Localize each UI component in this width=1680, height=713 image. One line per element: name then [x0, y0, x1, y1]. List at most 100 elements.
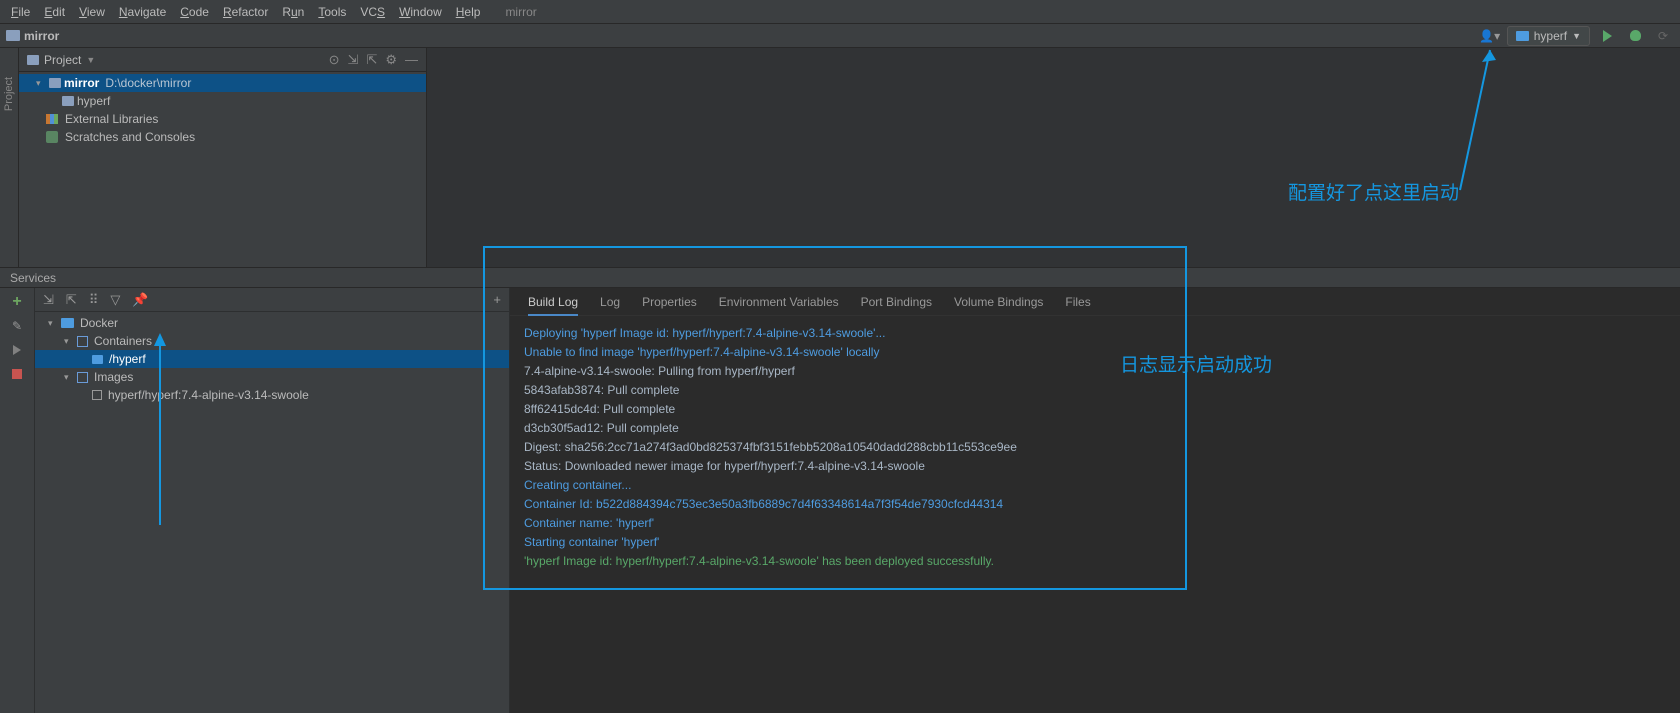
services-tree-docker[interactable]: ▾ Docker — [35, 314, 509, 332]
expand-all-icon[interactable]: ⇲ — [348, 52, 359, 68]
tab-volume-bindings[interactable]: Volume Bindings — [954, 289, 1043, 315]
services-tree-container-hyperf[interactable]: /hyperf — [35, 350, 509, 368]
log-line: Unable to find image 'hyperf/hyperf:7.4-… — [524, 343, 1666, 362]
project-tree[interactable]: ▾ mirror D:\docker\mirror hyperf Externa… — [19, 72, 426, 267]
tree-item-external-libraries[interactable]: External Libraries — [19, 110, 426, 128]
libraries-icon — [46, 114, 58, 124]
tree-item-label: hyperf — [77, 94, 110, 108]
folder-icon — [49, 78, 61, 88]
tab-files[interactable]: Files — [1065, 289, 1090, 315]
log-line: Container Id: b522d884394c753ec3e50a3fb6… — [524, 495, 1666, 514]
chevron-down-icon[interactable]: ▼ — [86, 55, 95, 65]
tree-label: Images — [94, 370, 133, 384]
run-button[interactable] — [1596, 25, 1618, 47]
run-configuration-selector[interactable]: hyperf ▼ — [1507, 26, 1590, 46]
run-config-label: hyperf — [1534, 29, 1567, 43]
log-line: 8ff62415dc4d: Pull complete — [524, 400, 1666, 419]
log-line: 'hyperf Image id: hyperf/hyperf:7.4-alpi… — [524, 552, 1666, 571]
folder-icon — [27, 55, 39, 65]
docker-icon — [1516, 31, 1529, 41]
build-log-output[interactable]: Deploying 'hyperf Image id: hyperf/hyper… — [510, 316, 1680, 713]
play-icon — [1603, 30, 1612, 42]
stop-service-button[interactable] — [9, 366, 25, 382]
services-toolbar: ⇲ ⇱ ⠿ ▽ 📌 + — [35, 288, 509, 312]
menu-tools[interactable]: Tools — [311, 5, 353, 19]
log-line: Creating container... — [524, 476, 1666, 495]
sidebar-title[interactable]: Project — [44, 53, 81, 67]
log-line: Container name: 'hyperf' — [524, 514, 1666, 533]
left-tool-gutter: Project — [0, 48, 19, 267]
menu-edit[interactable]: Edit — [37, 5, 72, 19]
services-tree-containers[interactable]: ▾ Containers — [35, 332, 509, 350]
hide-icon[interactable]: — — [405, 52, 418, 68]
services-tree-images[interactable]: ▾ Images — [35, 368, 509, 386]
tree-item-scratches[interactable]: Scratches and Consoles — [19, 128, 426, 146]
container-icon — [92, 355, 103, 364]
menu-window[interactable]: Window — [392, 5, 449, 19]
tree-root-label: mirror — [64, 76, 99, 90]
gear-icon[interactable]: ⚙ — [385, 52, 397, 68]
tab-properties[interactable]: Properties — [642, 289, 697, 315]
tab-build-log[interactable]: Build Log — [528, 289, 578, 315]
menu-navigate[interactable]: Navigate — [112, 5, 173, 19]
tab-log[interactable]: Log — [600, 289, 620, 315]
services-tree[interactable]: ▾ Docker ▾ Containers /hyperf ▾ — [35, 312, 509, 713]
menu-code[interactable]: Code — [173, 5, 216, 19]
menu-refactor[interactable]: Refactor — [216, 5, 275, 19]
thumbtack-icon[interactable]: 📌 — [132, 292, 148, 308]
user-icon[interactable]: 👤▾ — [1479, 25, 1501, 47]
tab-env-vars[interactable]: Environment Variables — [719, 289, 839, 315]
tree-label: Docker — [80, 316, 118, 330]
log-line: 5843afab3874: Pull complete — [524, 381, 1666, 400]
log-line: Deploying 'hyperf Image id: hyperf/hyper… — [524, 324, 1666, 343]
service-detail-tabs: Build Log Log Properties Environment Var… — [510, 288, 1680, 316]
containers-icon — [77, 336, 88, 347]
select-opened-file-icon[interactable]: ⊙ — [329, 52, 340, 68]
collapse-icon[interactable]: ⇱ — [66, 292, 77, 308]
tree-item-hyperf[interactable]: hyperf — [19, 92, 426, 110]
services-panel: Services + ✎ ⇲ ⇱ ⠿ ▽ 📌 + ▾ Docker — [0, 267, 1680, 713]
log-line: Starting container 'hyperf' — [524, 533, 1666, 552]
log-line: d3cb30f5ad12: Pull complete — [524, 419, 1666, 438]
breadcrumb-root[interactable]: mirror — [24, 29, 59, 43]
collapse-all-icon[interactable]: ⇱ — [366, 52, 377, 68]
stop-icon — [12, 369, 22, 379]
menu-file[interactable]: File — [4, 5, 37, 19]
run-service-button[interactable] — [9, 342, 25, 358]
folder-icon — [62, 96, 74, 106]
bug-icon — [1630, 30, 1641, 41]
image-icon — [92, 390, 102, 400]
tree-item-label: Scratches and Consoles — [65, 130, 195, 144]
gutter-project-label[interactable]: Project — [3, 77, 15, 111]
add-icon[interactable]: + — [493, 292, 501, 307]
edit-config-button[interactable]: ✎ — [9, 318, 25, 334]
project-context-label: mirror — [505, 5, 536, 19]
services-tree-image-item[interactable]: hyperf/hyperf:7.4-alpine-v3.14-swoole — [35, 386, 509, 404]
menu-run[interactable]: Run — [275, 5, 311, 19]
tab-port-bindings[interactable]: Port Bindings — [861, 289, 932, 315]
group-icon[interactable]: ⠿ — [89, 292, 99, 308]
run-with-coverage-button[interactable]: ⟳ — [1652, 25, 1674, 47]
menu-view[interactable]: View — [72, 5, 112, 19]
tree-root[interactable]: ▾ mirror D:\docker\mirror — [19, 74, 426, 92]
filter-icon[interactable]: ▽ — [110, 292, 120, 308]
tree-item-label: External Libraries — [65, 112, 158, 126]
editor-area — [427, 48, 1680, 267]
images-icon — [77, 372, 88, 383]
log-line: Status: Downloaded newer image for hyper… — [524, 457, 1666, 476]
docker-icon — [61, 318, 74, 328]
services-header: Services — [0, 268, 1680, 288]
chevron-down-icon: ▼ — [1572, 31, 1581, 41]
add-service-button[interactable]: + — [9, 294, 25, 310]
log-line: 7.4-alpine-v3.14-swoole: Pulling from hy… — [524, 362, 1666, 381]
menu-vcs[interactable]: VCS — [353, 5, 392, 19]
play-icon — [13, 345, 21, 355]
expand-icon[interactable]: ⇲ — [43, 292, 54, 308]
services-action-gutter: + ✎ — [0, 288, 35, 713]
scratches-icon — [46, 131, 58, 143]
services-title[interactable]: Services — [10, 271, 56, 285]
project-sidebar: Project ▼ ⊙ ⇲ ⇱ ⚙ — ▾ mirror D:\docker\m… — [19, 48, 427, 267]
menu-help[interactable]: Help — [449, 5, 488, 19]
log-line: Digest: sha256:2cc71a274f3ad0bd825374fbf… — [524, 438, 1666, 457]
debug-button[interactable] — [1624, 25, 1646, 47]
